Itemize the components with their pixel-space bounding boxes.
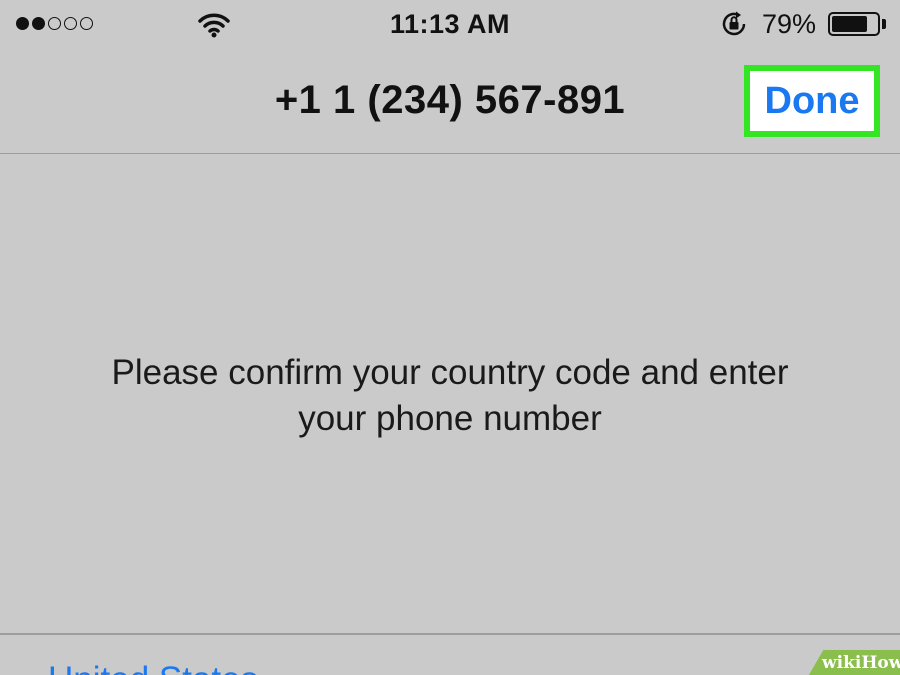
status-bar: 11:13 AM 79%	[0, 0, 900, 50]
navigation-bar: +1 1 (234) 567-891 Done	[0, 50, 900, 154]
battery-level	[832, 16, 867, 32]
country-selector[interactable]: United States	[48, 660, 258, 675]
battery-icon	[828, 12, 880, 36]
instructions-line-2: your phone number	[298, 399, 602, 438]
battery-tip	[882, 19, 886, 29]
battery-percentage: 79%	[762, 9, 817, 39]
phone-screen: 11:13 AM 79% +1 1 (234) 567-891 Done Ple…	[0, 0, 900, 675]
watermark-logo: wikiHow	[822, 653, 900, 673]
divider	[0, 633, 900, 635]
instructions-line-1: Please confirm your country code and ent…	[111, 353, 789, 392]
instructions-text: Please confirm your country code and ent…	[0, 350, 900, 442]
rotation-lock-icon	[722, 11, 746, 36]
done-button[interactable]: Done	[744, 65, 880, 137]
